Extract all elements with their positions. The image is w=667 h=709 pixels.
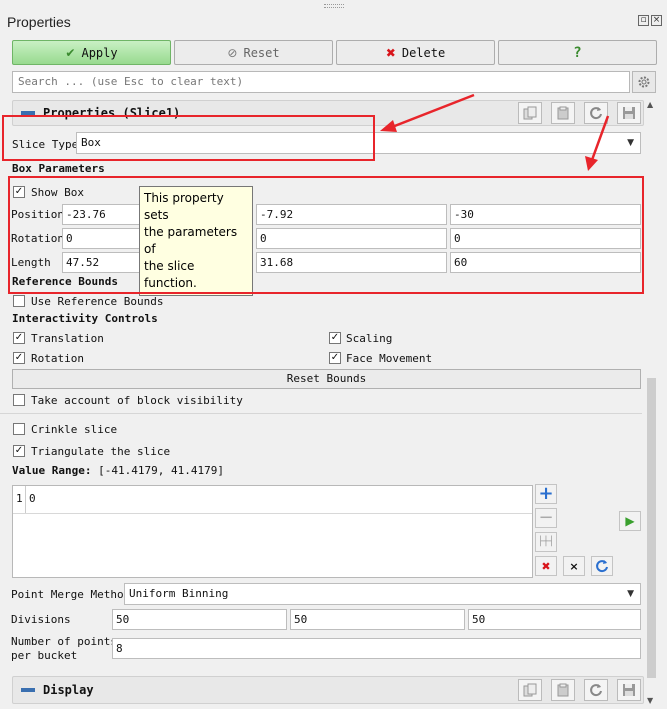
annotation-arrows (380, 93, 610, 171)
